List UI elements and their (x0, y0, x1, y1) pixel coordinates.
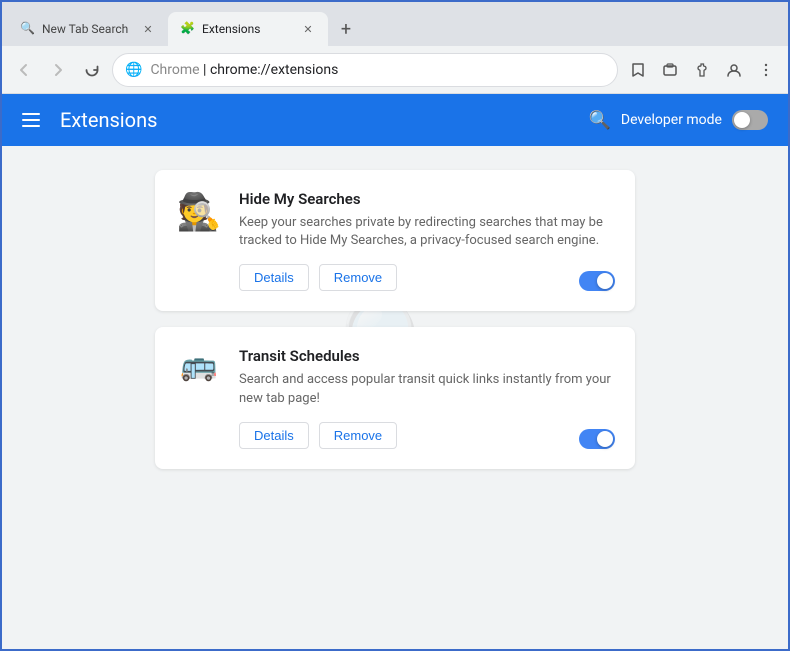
tab-bar: 🔍 New Tab Search ✕ 🧩 Extensions ✕ + (2, 2, 788, 46)
chrome-label: Chrome (150, 62, 199, 78)
developer-mode-toggle[interactable] (732, 110, 768, 130)
ext-content-1: Hide My Searches Keep your searches priv… (239, 190, 615, 291)
new-tab-button[interactable]: + (332, 15, 360, 43)
address-url: chrome://extensions (210, 62, 338, 78)
hide-my-searches-icon: 🕵️ (177, 194, 222, 230)
ext-toggle-area-1 (579, 271, 615, 291)
menu-button[interactable] (752, 56, 780, 84)
ext-enable-toggle-1[interactable] (579, 271, 615, 291)
nav-bar: 🌐 Chrome | chrome://extensions (2, 46, 788, 94)
ext-actions-2: Details Remove (239, 422, 615, 449)
header-search-icon[interactable]: 🔍 (588, 110, 610, 131)
ext-remove-button-2[interactable]: Remove (319, 422, 397, 449)
hamburger-line-1 (22, 113, 40, 115)
ext-icon-container-2: 🚌 (175, 347, 223, 395)
bookmark-button[interactable] (624, 56, 652, 84)
nav-right-icons (624, 56, 780, 84)
ext-toggle-knob-2 (597, 431, 613, 447)
hamburger-line-3 (22, 125, 40, 127)
browser-window: 🔍 New Tab Search ✕ 🧩 Extensions ✕ + (0, 0, 790, 651)
transit-schedules-icon: 🚌 (180, 351, 217, 381)
extensions-page-title: Extensions (60, 108, 588, 132)
developer-mode-label: Developer mode (621, 112, 722, 128)
hamburger-menu[interactable] (22, 113, 40, 127)
ext-actions-1: Details Remove (239, 264, 615, 291)
tab-new-tab-search[interactable]: 🔍 New Tab Search ✕ (8, 12, 168, 46)
ext-name-1: Hide My Searches (239, 190, 615, 208)
ext-icon-container-1: 🕵️ (175, 190, 223, 238)
profile-button[interactable] (720, 56, 748, 84)
tab-search-icon: 🔍 (20, 21, 36, 37)
extension-card-hide-my-searches: 🕵️ Hide My Searches Keep your searches p… (155, 170, 635, 311)
ext-details-button-2[interactable]: Details (239, 422, 309, 449)
tab-close-1[interactable]: ✕ (140, 21, 156, 37)
ext-details-button-1[interactable]: Details (239, 264, 309, 291)
tab-title-1: New Tab Search (42, 22, 134, 36)
reload-button[interactable] (78, 56, 106, 84)
developer-mode-section: 🔍 Developer mode (588, 110, 768, 131)
tab-close-2[interactable]: ✕ (300, 21, 316, 37)
address-separator: | (203, 62, 210, 78)
toggle-knob (734, 112, 750, 128)
ext-description-1: Keep your searches private by redirectin… (239, 214, 615, 250)
ext-enable-toggle-2[interactable] (579, 429, 615, 449)
extensions-button[interactable] (688, 56, 716, 84)
tab-title-2: Extensions (202, 22, 294, 36)
ext-toggle-knob-1 (597, 273, 613, 289)
ext-description-2: Search and access popular transit quick … (239, 371, 615, 407)
ext-toggle-area-2 (579, 429, 615, 449)
tab-extensions[interactable]: 🧩 Extensions ✕ (168, 12, 328, 46)
extensions-header: Extensions 🔍 Developer mode (2, 94, 788, 146)
forward-button[interactable] (44, 56, 72, 84)
ext-name-2: Transit Schedules (239, 347, 615, 365)
ext-content-2: Transit Schedules Search and access popu… (239, 347, 615, 448)
address-text: Chrome | chrome://extensions (150, 62, 605, 78)
globe-icon: 🌐 (125, 62, 142, 78)
main-content: 🔍 riskcom 🕵️ Hide My Searches Keep your … (2, 146, 788, 649)
ext-remove-button-1[interactable]: Remove (319, 264, 397, 291)
hamburger-line-2 (22, 119, 40, 121)
back-button[interactable] (10, 56, 38, 84)
tab-extensions-icon: 🧩 (180, 21, 196, 37)
extension-card-transit-schedules: 🚌 Transit Schedules Search and access po… (155, 327, 635, 468)
address-bar[interactable]: 🌐 Chrome | chrome://extensions (112, 53, 618, 87)
screenshot-button[interactable] (656, 56, 684, 84)
